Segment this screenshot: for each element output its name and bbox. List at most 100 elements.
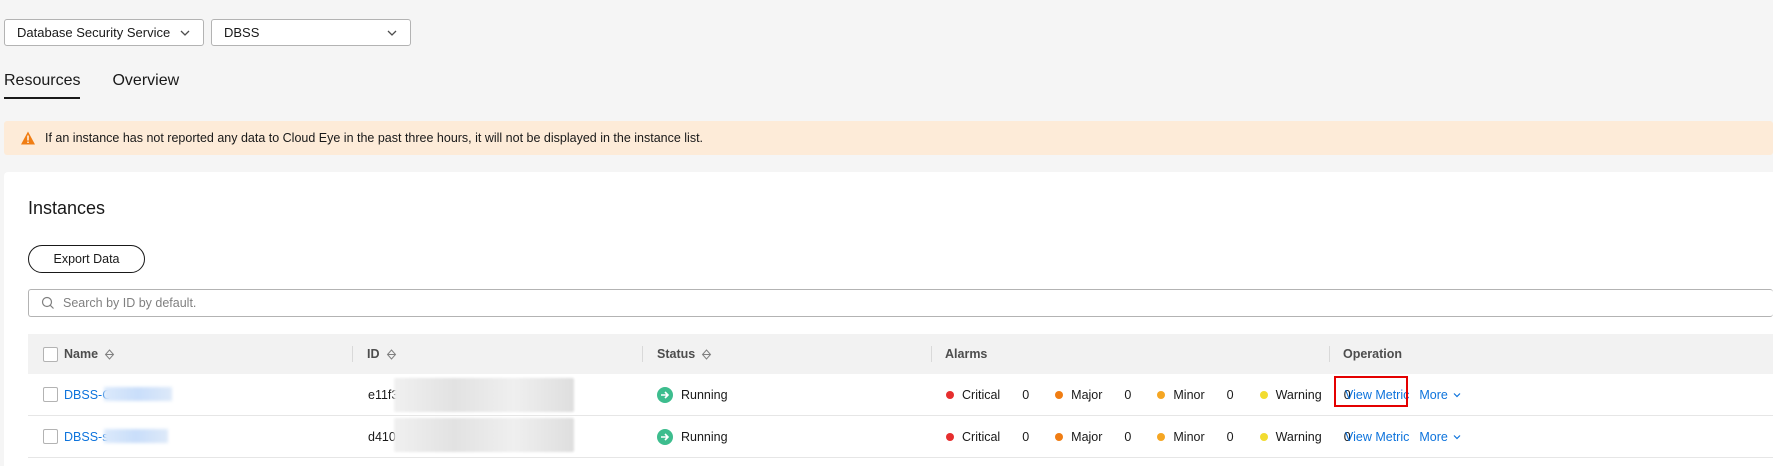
major-dot	[1055, 390, 1064, 399]
header-id-label: ID	[367, 347, 380, 361]
instance-id: d410	[368, 429, 396, 444]
alarm-critical-label: Critical	[962, 387, 1001, 402]
dimension-select-value: DBSS	[224, 25, 260, 40]
table-row: DBSS-s d410 Running Critical 0 Major 0 M…	[28, 416, 1773, 458]
alarm-minor: Minor 0	[1157, 387, 1234, 402]
alarm-critical-count: 0	[1022, 429, 1030, 444]
status-cell: Running	[657, 416, 728, 457]
header-name[interactable]: Name	[64, 334, 115, 374]
header-checkbox-cell	[43, 334, 58, 374]
major-dot	[1055, 432, 1064, 441]
chevron-down-icon	[180, 30, 190, 36]
alarm-critical: Critical 0	[946, 388, 1029, 402]
service-select[interactable]: Database Security Service	[4, 19, 204, 46]
operation-cell: View Metric More	[1345, 374, 1462, 415]
arrow-circle-right-icon	[657, 428, 673, 445]
tab-resources[interactable]: Resources	[4, 72, 81, 99]
alarm-minor-label: Minor	[1173, 429, 1205, 444]
status-text: Running	[681, 429, 728, 444]
header-operation-label: Operation	[1343, 347, 1403, 361]
sort-icon[interactable]	[386, 348, 397, 360]
row-checkbox[interactable]	[43, 429, 58, 444]
operation-cell: View Metric More	[1345, 416, 1462, 457]
alarms-cell: Critical 0 Major 0 Minor 0 Warning 0	[946, 374, 1377, 415]
chevron-down-icon	[387, 30, 397, 36]
row-checkbox[interactable]	[43, 387, 58, 402]
alarm-major-label: Major	[1071, 387, 1103, 402]
tab-overview[interactable]: Overview	[112, 72, 179, 99]
alarm-warning-label: Warning	[1275, 387, 1322, 402]
alarm-major-label: Major	[1071, 429, 1103, 444]
service-select-value: Database Security Service	[17, 25, 171, 40]
alarm-major-count: 0	[1124, 387, 1132, 402]
column-separator	[352, 346, 353, 362]
header-status[interactable]: Status	[657, 334, 712, 374]
minor-dot	[1157, 390, 1166, 399]
chevron-down-icon	[1453, 392, 1461, 397]
header-alarms-label: Alarms	[945, 347, 988, 361]
redacted-name	[104, 387, 172, 401]
instance-id-cell: d410	[368, 416, 396, 457]
column-separator	[1329, 346, 1330, 362]
more-dropdown[interactable]: More	[1419, 388, 1461, 402]
instances-title: Instances	[28, 198, 106, 218]
select-all-checkbox[interactable]	[43, 346, 58, 362]
instances-card: Instances Export Data Name ID Sta	[4, 172, 1773, 466]
minor-dot	[1157, 432, 1166, 441]
alarms-cell: Critical 0 Major 0 Minor 0 Warning 0	[946, 416, 1377, 457]
row-checkbox-cell	[43, 416, 58, 457]
sort-icon[interactable]	[701, 348, 712, 360]
status-text: Running	[681, 387, 728, 402]
arrow-circle-right-icon	[657, 386, 673, 403]
alert-message: If an instance has not reported any data…	[45, 131, 704, 145]
alarm-minor-count: 0	[1226, 387, 1234, 402]
alarm-warning: Warning 0	[1259, 387, 1351, 402]
more-label: More	[1419, 387, 1448, 402]
header-name-label: Name	[64, 347, 99, 361]
instances-table: Name ID Status Alarms Operation DBSS-C e…	[28, 334, 1773, 458]
alarm-critical-label: Critical	[962, 429, 1001, 444]
info-alert: If an instance has not reported any data…	[4, 121, 1773, 155]
header-id[interactable]: ID	[367, 334, 397, 374]
redacted-id	[394, 378, 574, 412]
instance-name-cell: DBSS-s	[64, 416, 108, 457]
alarm-major: Major 0	[1055, 430, 1131, 444]
table-row: DBSS-C e11f3 Running Critical 0 Major 0 …	[28, 374, 1773, 416]
header-operation: Operation	[1343, 334, 1402, 374]
tab-bar: Resources Overview	[4, 72, 179, 99]
alarm-warning: Warning 0	[1259, 429, 1351, 444]
table-header: Name ID Status Alarms Operation	[28, 334, 1773, 374]
search-input[interactable]	[63, 296, 1663, 310]
alarm-minor-count: 0	[1226, 429, 1234, 444]
search-bar	[28, 289, 1773, 317]
column-separator	[642, 346, 643, 362]
alarm-warning-label: Warning	[1275, 429, 1322, 444]
header-status-label: Status	[657, 347, 696, 361]
view-metric-link[interactable]: View Metric	[1345, 388, 1409, 402]
column-separator	[931, 346, 932, 362]
chevron-down-icon	[1453, 434, 1461, 439]
instance-name-link[interactable]: DBSS-s	[64, 430, 108, 444]
alarm-minor: Minor 0	[1157, 429, 1234, 444]
view-metric-link[interactable]: View Metric	[1345, 430, 1409, 444]
header-alarms: Alarms	[945, 334, 987, 374]
status-cell: Running	[657, 374, 728, 415]
redacted-name	[104, 429, 168, 443]
sort-icon[interactable]	[104, 348, 115, 360]
row-checkbox-cell	[43, 374, 58, 415]
alarm-major: Major 0	[1055, 388, 1131, 402]
alarm-major-count: 0	[1124, 429, 1132, 444]
search-icon	[41, 296, 54, 309]
warning-dot	[1259, 390, 1268, 399]
more-label: More	[1419, 429, 1448, 444]
alarm-critical-count: 0	[1022, 387, 1030, 402]
alarm-minor-label: Minor	[1173, 387, 1205, 402]
dimension-select[interactable]: DBSS	[211, 19, 411, 46]
alarm-critical: Critical 0	[946, 430, 1029, 444]
redacted-id	[394, 418, 574, 452]
export-data-button[interactable]: Export Data	[28, 245, 145, 273]
warning-dot	[1259, 432, 1268, 441]
critical-dot	[946, 390, 954, 399]
warning-triangle-icon	[21, 131, 35, 145]
more-dropdown[interactable]: More	[1419, 430, 1461, 444]
